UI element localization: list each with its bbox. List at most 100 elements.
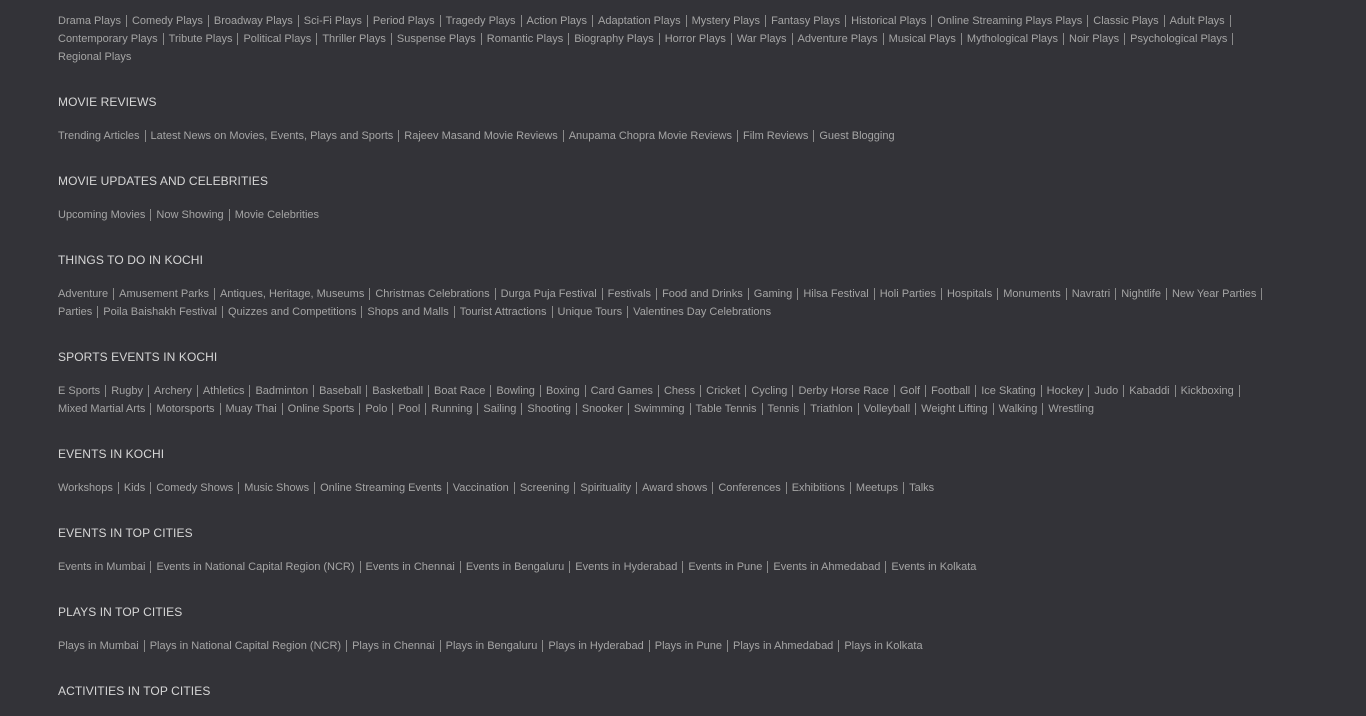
footer-link[interactable]: Events in Chennai <box>366 558 455 576</box>
footer-link[interactable]: Polo <box>365 400 387 418</box>
footer-link[interactable]: Christmas Celebrations <box>375 285 489 303</box>
footer-link[interactable]: Badminton <box>255 382 308 400</box>
footer-link[interactable]: Rajeev Masand Movie Reviews <box>404 127 557 145</box>
footer-link[interactable]: Hockey <box>1047 382 1084 400</box>
footer-link[interactable]: Triathlon <box>810 400 852 418</box>
footer-link[interactable]: New Year Parties <box>1172 285 1256 303</box>
footer-link[interactable]: Monuments <box>1003 285 1060 303</box>
footer-link[interactable]: Holi Parties <box>880 285 936 303</box>
footer-link[interactable]: War Plays <box>737 30 787 48</box>
footer-link[interactable]: Adventure <box>58 285 108 303</box>
footer-link[interactable]: Thriller Plays <box>322 30 386 48</box>
footer-link[interactable]: Parties <box>58 303 92 321</box>
footer-link[interactable]: Events in Kolkata <box>891 558 976 576</box>
footer-link[interactable]: Swimming <box>634 400 685 418</box>
footer-link[interactable]: Contemporary Plays <box>58 30 158 48</box>
footer-link[interactable]: Political Plays <box>243 30 311 48</box>
footer-link[interactable]: Table Tennis <box>696 400 757 418</box>
footer-link[interactable]: Meetups <box>856 479 898 497</box>
footer-link[interactable]: Noir Plays <box>1069 30 1119 48</box>
footer-link[interactable]: Suspense Plays <box>397 30 476 48</box>
footer-link[interactable]: Trending Articles <box>58 127 140 145</box>
footer-link[interactable]: Guest Blogging <box>819 127 894 145</box>
footer-link[interactable]: Running <box>431 400 472 418</box>
footer-link[interactable]: Gaming <box>754 285 793 303</box>
footer-link[interactable]: Plays in Mumbai <box>58 637 139 655</box>
footer-link[interactable]: Tennis <box>768 400 800 418</box>
footer-link[interactable]: Walking <box>999 400 1038 418</box>
footer-link[interactable]: Online Streaming Events <box>320 479 442 497</box>
footer-link[interactable]: Festivals <box>608 285 651 303</box>
footer-link[interactable]: Archery <box>154 382 192 400</box>
footer-link[interactable]: Movie Celebrities <box>235 206 319 224</box>
footer-link[interactable]: Comedy Plays <box>132 12 203 30</box>
footer-link[interactable]: Rugby <box>111 382 143 400</box>
footer-link[interactable]: Football <box>931 382 970 400</box>
footer-link[interactable]: Nightlife <box>1121 285 1161 303</box>
footer-link[interactable]: Antiques, Heritage, Museums <box>220 285 364 303</box>
footer-link[interactable]: Online Sports <box>288 400 355 418</box>
footer-link[interactable]: Exhibitions <box>792 479 845 497</box>
footer-link[interactable]: Kids <box>124 479 145 497</box>
footer-link[interactable]: Anupama Chopra Movie Reviews <box>569 127 732 145</box>
footer-link[interactable]: Volleyball <box>864 400 910 418</box>
footer-link[interactable]: Poila Baishakh Festival <box>103 303 217 321</box>
footer-link[interactable]: Tragedy Plays <box>446 12 516 30</box>
footer-link[interactable]: Psychological Plays <box>1130 30 1227 48</box>
footer-link[interactable]: Kickboxing <box>1181 382 1234 400</box>
footer-link[interactable]: Sci-Fi Plays <box>304 12 362 30</box>
footer-link[interactable]: Derby Horse Race <box>798 382 888 400</box>
footer-link[interactable]: Adult Plays <box>1170 12 1225 30</box>
footer-link[interactable]: Card Games <box>591 382 653 400</box>
footer-link[interactable]: Talks <box>909 479 934 497</box>
footer-link[interactable]: Cycling <box>751 382 787 400</box>
footer-link[interactable]: Action Plays <box>527 12 588 30</box>
footer-link[interactable]: Basketball <box>372 382 423 400</box>
footer-link[interactable]: Biography Plays <box>574 30 654 48</box>
footer-link[interactable]: Baseball <box>319 382 361 400</box>
footer-link[interactable]: Horror Plays <box>665 30 726 48</box>
footer-link[interactable]: Screening <box>520 479 570 497</box>
footer-link[interactable]: Events in Mumbai <box>58 558 145 576</box>
footer-link[interactable]: Historical Plays <box>851 12 926 30</box>
footer-link[interactable]: Events in Ahmedabad <box>773 558 880 576</box>
footer-link[interactable]: Tribute Plays <box>169 30 233 48</box>
footer-link[interactable]: Events in Bengaluru <box>466 558 564 576</box>
footer-link[interactable]: Hospitals <box>947 285 992 303</box>
footer-link[interactable]: Adventure Plays <box>798 30 878 48</box>
footer-link[interactable]: Boat Race <box>434 382 485 400</box>
footer-link[interactable]: Plays in National Capital Region (NCR) <box>150 637 341 655</box>
footer-link[interactable]: Music Shows <box>244 479 309 497</box>
footer-link[interactable]: Events in Hyderabad <box>575 558 677 576</box>
footer-link[interactable]: Durga Puja Festival <box>501 285 597 303</box>
footer-link[interactable]: Valentines Day Celebrations <box>633 303 771 321</box>
footer-link[interactable]: Ice Skating <box>981 382 1035 400</box>
footer-link[interactable]: Mystery Plays <box>692 12 760 30</box>
footer-link[interactable]: Muay Thai <box>226 400 277 418</box>
footer-link[interactable]: Events in National Capital Region (NCR) <box>156 558 354 576</box>
footer-link[interactable]: Unique Tours <box>558 303 623 321</box>
footer-link[interactable]: Plays in Hyderabad <box>548 637 643 655</box>
footer-link[interactable]: Plays in Chennai <box>352 637 435 655</box>
footer-link[interactable]: Mythological Plays <box>967 30 1058 48</box>
footer-link[interactable]: Kabaddi <box>1129 382 1169 400</box>
footer-link[interactable]: Judo <box>1094 382 1118 400</box>
footer-link[interactable]: Quizzes and Competitions <box>228 303 356 321</box>
footer-link[interactable]: Motorsports <box>156 400 214 418</box>
footer-link[interactable]: Food and Drinks <box>662 285 743 303</box>
footer-link[interactable]: Plays in Ahmedabad <box>733 637 833 655</box>
footer-link[interactable]: Broadway Plays <box>214 12 293 30</box>
footer-link[interactable]: E Sports <box>58 382 100 400</box>
footer-link[interactable]: Shops and Malls <box>367 303 448 321</box>
footer-link[interactable]: Now Showing <box>156 206 223 224</box>
footer-link[interactable]: Athletics <box>203 382 245 400</box>
footer-link[interactable]: Upcoming Movies <box>58 206 145 224</box>
footer-link[interactable]: Plays in Kolkata <box>844 637 922 655</box>
footer-link[interactable]: Hilsa Festival <box>803 285 868 303</box>
footer-link[interactable]: Spirituality <box>580 479 631 497</box>
footer-link[interactable]: Award shows <box>642 479 707 497</box>
footer-link[interactable]: Sailing <box>483 400 516 418</box>
footer-link[interactable]: Fantasy Plays <box>771 12 840 30</box>
footer-link[interactable]: Romantic Plays <box>487 30 563 48</box>
footer-link[interactable]: Regional Plays <box>58 48 131 66</box>
